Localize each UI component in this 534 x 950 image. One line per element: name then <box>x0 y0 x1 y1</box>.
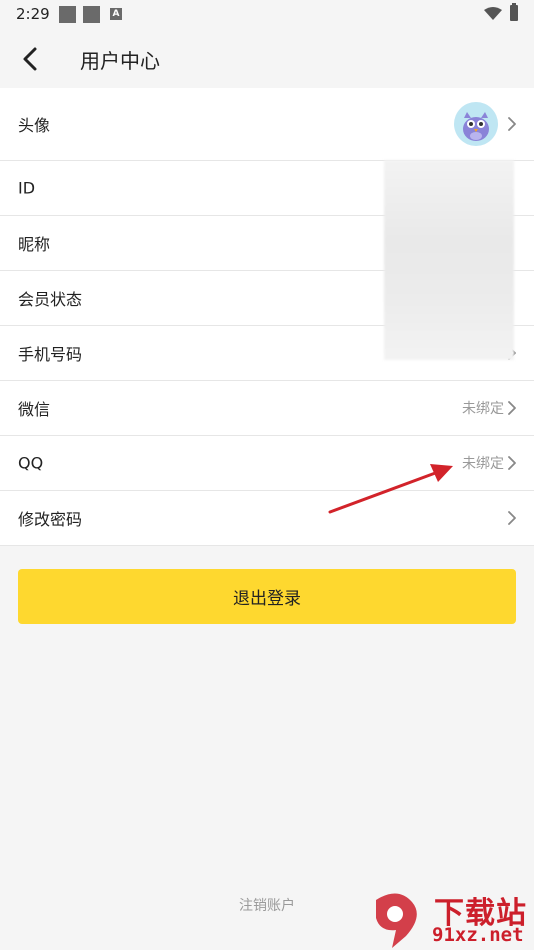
qq-bind-status: 未绑定 <box>462 456 504 472</box>
status-time: 2:29 <box>16 5 50 23</box>
annotation-arrow-icon <box>328 464 453 514</box>
font-a-icon: A <box>110 8 122 20</box>
logout-button[interactable]: 退出登录 <box>18 569 516 624</box>
row-label: 修改密码 <box>18 510 83 529</box>
row-wechat[interactable]: 微信 未绑定 <box>0 381 534 436</box>
watermark: 下载站 91xz.net <box>366 888 534 950</box>
status-bar: 2:29 A <box>0 0 534 30</box>
page-title: 用户中心 <box>80 49 160 73</box>
notification-square-icon <box>59 6 76 23</box>
row-label: ID <box>18 178 36 198</box>
wechat-bind-status: 未绑定 <box>462 401 504 417</box>
chevron-right-icon <box>508 401 516 415</box>
row-label: 昵称 <box>18 235 51 254</box>
avatar <box>454 102 498 146</box>
owl-avatar-icon <box>463 112 489 141</box>
back-button[interactable] <box>16 44 46 74</box>
chevron-right-icon <box>508 511 516 525</box>
redacted-info-blur <box>384 160 514 360</box>
chevron-right-icon <box>508 456 516 470</box>
notification-square-icon <box>83 6 100 23</box>
app-header: 用户中心 <box>0 30 534 88</box>
row-label: 会员状态 <box>18 290 83 309</box>
chevron-right-icon <box>508 117 516 131</box>
row-label: 头像 <box>18 116 51 135</box>
row-avatar[interactable]: 头像 <box>0 88 534 161</box>
watermark-logo-icon <box>376 893 417 948</box>
watermark-url: 91xz.net <box>432 924 524 946</box>
row-label: QQ <box>18 453 44 473</box>
battery-icon <box>510 3 518 21</box>
wifi-icon <box>484 7 502 20</box>
row-label: 手机号码 <box>18 345 83 364</box>
chevron-left-icon <box>23 47 37 71</box>
row-label: 微信 <box>18 400 51 419</box>
